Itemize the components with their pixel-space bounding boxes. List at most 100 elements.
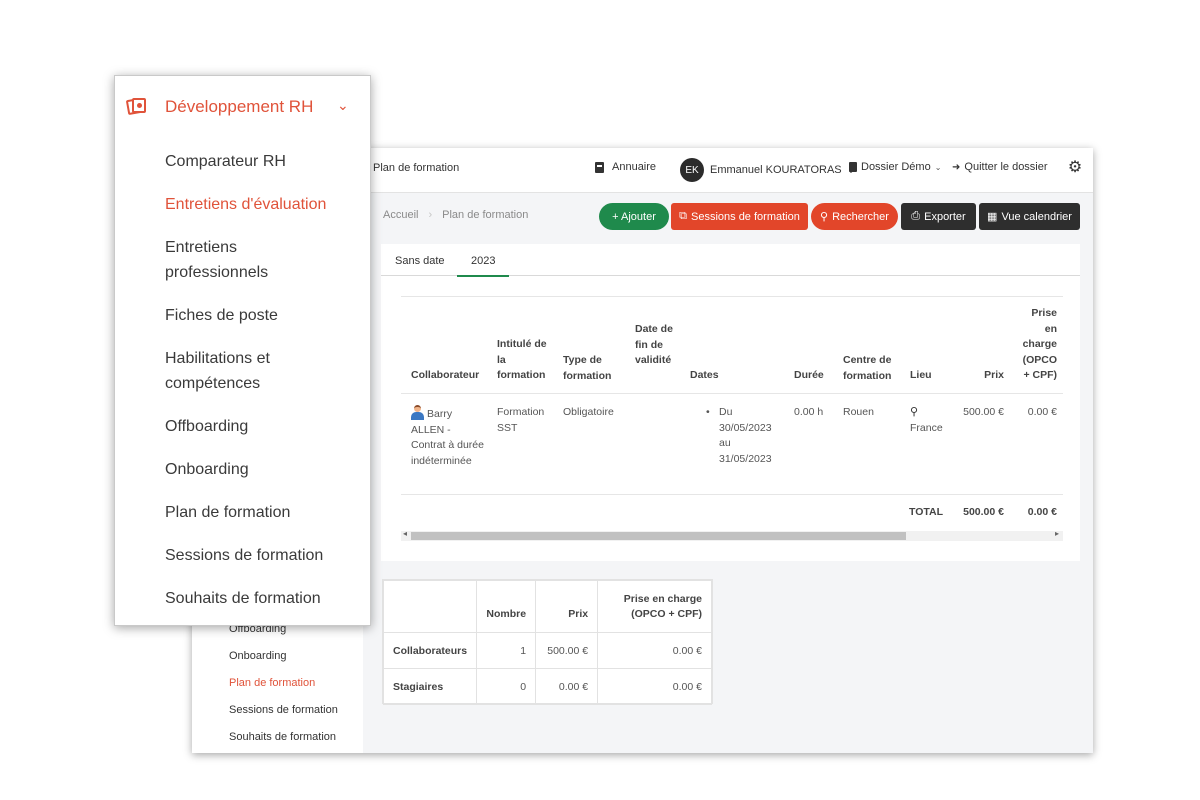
sessions-button[interactable]: ⧉ Sessions de formation: [671, 203, 808, 230]
person-icon: [411, 405, 424, 420]
summary-nombre: 1: [476, 632, 537, 669]
lieu-text: France: [910, 421, 943, 434]
search-icon: ⚲: [820, 211, 829, 223]
sidebar-list: Offboarding Onboarding Plan de formation…: [229, 622, 338, 753]
cell-duree: 0.00 h: [794, 406, 824, 418]
search-button-label: Rechercher: [832, 210, 889, 223]
avatar: EK: [680, 158, 704, 182]
quit-dossier-link[interactable]: ➜ Quitter le dossier: [952, 161, 1048, 173]
quit-label: Quitter le dossier: [964, 161, 1048, 173]
total-prix: 500.00 €: [963, 506, 1004, 518]
bullet-icon: •: [706, 406, 710, 418]
menu-item-fiches-de-poste[interactable]: Fiches de poste: [165, 303, 365, 328]
dossier-menu[interactable]: Dossier Démo ⌄: [849, 161, 941, 173]
scroll-right-icon[interactable]: ▸: [1055, 529, 1059, 538]
user-menu[interactable]: EK Emmanuel KOURATORAS ⌄: [680, 158, 854, 182]
summary-prix: 500.00 €: [535, 632, 599, 669]
calendar-icon: ▦: [987, 211, 998, 223]
export-button-label: Exporter: [924, 210, 966, 223]
summary-header-nombre: Nombre: [476, 580, 537, 633]
menu-item-offboarding[interactable]: Offboarding: [165, 414, 365, 439]
menu-item-plan-de-formation[interactable]: Plan de formation: [165, 500, 365, 525]
menu-item-onboarding[interactable]: Onboarding: [165, 457, 365, 482]
menu-item-habilitations[interactable]: Habilitations et compétences: [165, 346, 315, 396]
sign-out-icon: ➜: [952, 161, 961, 173]
training-table: Collaborateur Intitulé de la formation T…: [401, 296, 1063, 518]
page-title: Plan de formation: [373, 162, 460, 174]
header-intitule: Intitulé de la formation: [497, 338, 547, 381]
summary-row: Stagiaires 0 0.00 € 0.00 €: [382, 668, 712, 705]
breadcrumb-current: Plan de formation: [442, 209, 529, 221]
sessions-button-label: Sessions de formation: [691, 210, 800, 223]
file-export-icon: ⎙: [911, 210, 921, 222]
dates-text: Du 30/05/2023 au 31/05/2023: [719, 406, 772, 465]
summary-label: Collaborateurs: [382, 632, 478, 669]
dossier-label: Dossier Démo: [861, 161, 931, 173]
total-label: TOTAL: [909, 506, 944, 518]
breadcrumb-home[interactable]: Accueil: [383, 209, 418, 221]
summary-prix: 0.00 €: [535, 668, 599, 705]
calendar-button-label: Vue calendrier: [1001, 210, 1072, 223]
external-link-icon: ⧉: [679, 210, 687, 222]
header-prise: Prise en charge (OPCO + CPF): [1022, 307, 1057, 381]
header-prix: Prix: [984, 369, 1004, 381]
export-button[interactable]: ⎙ Exporter: [901, 203, 976, 230]
menu-title: Développement RH: [165, 97, 314, 116]
summary-header-prise: Prise en charge (OPCO + CPF): [597, 580, 712, 633]
sidebar-item-plan-de-formation[interactable]: Plan de formation: [229, 676, 338, 703]
topbar: Plan de formation Annuaire EK Emmanuel K…: [363, 148, 1093, 193]
menu-item-entretiens-professionnels[interactable]: Entretiens professionnels: [165, 235, 315, 285]
menu-item-entretiens-evaluation[interactable]: Entretiens d'évaluation: [165, 192, 365, 217]
summary-row: Collaborateurs 1 500.00 € 0.00 €: [382, 632, 712, 669]
id-cards-icon: [125, 97, 147, 116]
training-plan-card: Sans date 2023 Collaborateur Intitulé de…: [381, 244, 1080, 561]
address-book-icon: [595, 161, 604, 173]
annuaire-link[interactable]: Annuaire: [595, 161, 656, 173]
scroll-left-icon[interactable]: ◂: [403, 529, 407, 538]
header-collaborateur: Collaborateur: [411, 369, 480, 381]
menu-list: Comparateur RH Entretiens d'évaluation E…: [165, 149, 365, 611]
summary-prise: 0.00 €: [597, 632, 712, 669]
chevron-down-icon: ⌄: [337, 97, 349, 113]
header-type: Type de formation: [563, 354, 612, 382]
cell-intitule: Formation SST: [497, 406, 545, 434]
menu-item-sessions-de-formation[interactable]: Sessions de formation: [165, 543, 365, 568]
row-divider: [401, 494, 1063, 495]
summary-nombre: 0: [476, 668, 537, 705]
summary-prise: 0.00 €: [597, 668, 712, 705]
summary-label: Stagiaires: [382, 668, 478, 705]
calendar-view-button[interactable]: ▦ Vue calendrier: [979, 203, 1080, 230]
header-dates: Dates: [690, 369, 719, 381]
sidebar-item-souhaits-de-formation[interactable]: Souhaits de formation: [229, 730, 338, 753]
sidebar-item-onboarding[interactable]: Onboarding: [229, 649, 338, 676]
building-icon: [849, 162, 857, 172]
search-button[interactable]: ⚲ Rechercher: [811, 203, 898, 230]
summary-header-empty: [382, 580, 478, 633]
user-name: Emmanuel KOURATORAS: [710, 164, 842, 176]
main-area: Plan de formation Annuaire EK Emmanuel K…: [363, 148, 1093, 753]
horizontal-scrollbar[interactable]: ◂ ▸: [401, 529, 1063, 541]
cell-prix: 500.00 €: [963, 406, 1004, 418]
sidebar-item-sessions-de-formation[interactable]: Sessions de formation: [229, 703, 338, 730]
breadcrumb-separator-icon: ›: [428, 209, 433, 221]
scroll-thumb[interactable]: [411, 532, 906, 540]
tab-2023[interactable]: 2023: [457, 246, 510, 277]
cell-lieu: ⚲ France: [910, 405, 943, 436]
annuaire-label: Annuaire: [612, 161, 657, 173]
cell-collaborateur[interactable]: Barry ALLEN - Contrat à durée indétermin…: [411, 405, 487, 469]
menu-item-comparateur-rh[interactable]: Comparateur RH: [165, 149, 365, 174]
menu-header[interactable]: Développement RH ⌄: [115, 93, 372, 123]
header-lieu: Lieu: [910, 369, 932, 381]
developpement-rh-menu: Développement RH ⌄ Comparateur RH Entret…: [114, 75, 371, 626]
map-marker-icon: ⚲: [910, 406, 919, 418]
gear-icon[interactable]: ⚙: [1065, 158, 1085, 178]
add-button[interactable]: + Ajouter: [599, 203, 669, 230]
cell-prise: 0.00 €: [1027, 406, 1057, 418]
chevron-down-icon: ⌄: [934, 162, 942, 172]
menu-item-souhaits-de-formation[interactable]: Souhaits de formation: [165, 586, 365, 611]
breadcrumb: Accueil › Plan de formation: [383, 209, 528, 221]
tabs: Sans date 2023: [381, 246, 1080, 277]
header-centre: Centre de formation: [843, 354, 892, 382]
sidebar-item-offboarding[interactable]: Offboarding: [229, 622, 338, 649]
tab-sans-date[interactable]: Sans date: [381, 246, 459, 277]
